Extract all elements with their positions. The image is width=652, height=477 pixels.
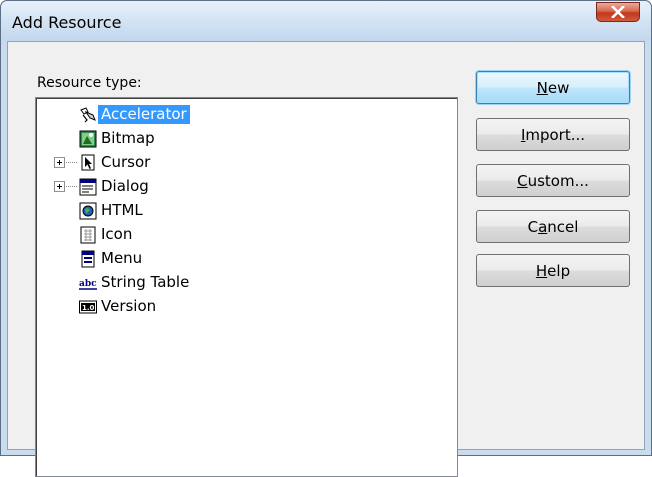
tree-item-label: Menu <box>101 249 143 267</box>
html-icon <box>79 202 97 220</box>
cursor-icon <box>81 154 95 171</box>
cancel-button[interactable]: Ca ncel <box>476 210 630 243</box>
tree-item-bitmap[interactable]: Bitmap <box>36 127 436 151</box>
bitmap-icon <box>79 130 97 148</box>
tree-item-label: Dialog <box>101 177 149 195</box>
svg-text:1.0: 1.0 <box>82 304 95 312</box>
tree-connector <box>66 186 77 187</box>
tree-item-label: String Table <box>101 273 190 291</box>
expand-icon[interactable] <box>54 157 65 168</box>
tree-connector <box>66 162 77 163</box>
window-title: Add Resource <box>12 13 122 32</box>
version-icon: 1.0 <box>79 300 97 314</box>
tree-item-version[interactable]: 1.0 Version <box>36 295 436 319</box>
import-button[interactable]: Import... <box>476 118 630 151</box>
expand-icon[interactable] <box>54 181 65 192</box>
tree-item-label: Bitmap <box>101 129 155 147</box>
menu-icon <box>81 250 95 268</box>
resource-type-tree[interactable]: Accelerator Bitmap Cursor Dialog HTML Ic… <box>35 97 458 477</box>
string-table-icon: abc <box>79 279 97 290</box>
tree-item-string-table[interactable]: abc String Table <box>36 271 436 295</box>
tree-item-menu[interactable]: Menu <box>36 247 436 271</box>
close-icon <box>611 6 625 18</box>
dialog-icon <box>79 178 97 196</box>
tree-item-html[interactable]: HTML <box>36 199 436 223</box>
tree-item-icon[interactable]: Icon <box>36 223 436 247</box>
tree-item-label: Accelerator <box>98 105 190 124</box>
dialog-client-area: Resource type: Accelerator Bitmap Cursor… <box>7 41 645 477</box>
new-button[interactable]: New <box>476 71 630 104</box>
tree-item-cursor[interactable]: Cursor <box>36 151 436 175</box>
close-button[interactable] <box>596 2 640 22</box>
tree-item-accelerator[interactable]: Accelerator <box>36 103 436 127</box>
help-button[interactable]: Help <box>476 254 630 287</box>
tree-item-label: Cursor <box>101 153 151 171</box>
accelerator-icon <box>80 107 96 123</box>
tree-item-dialog[interactable]: Dialog <box>36 175 436 199</box>
svg-text:abc: abc <box>79 279 97 289</box>
tree-item-label: Icon <box>101 225 133 243</box>
resource-type-label: Resource type: <box>37 75 142 91</box>
tree-item-label: Version <box>101 297 157 315</box>
tree-item-label: HTML <box>101 201 143 219</box>
title-bar[interactable]: Add Resource <box>1 1 651 41</box>
add-resource-dialog: Add Resource Resource type: Accelerator <box>0 0 652 477</box>
custom-button[interactable]: Custom... <box>476 164 630 197</box>
icon-resource-icon <box>80 226 96 244</box>
